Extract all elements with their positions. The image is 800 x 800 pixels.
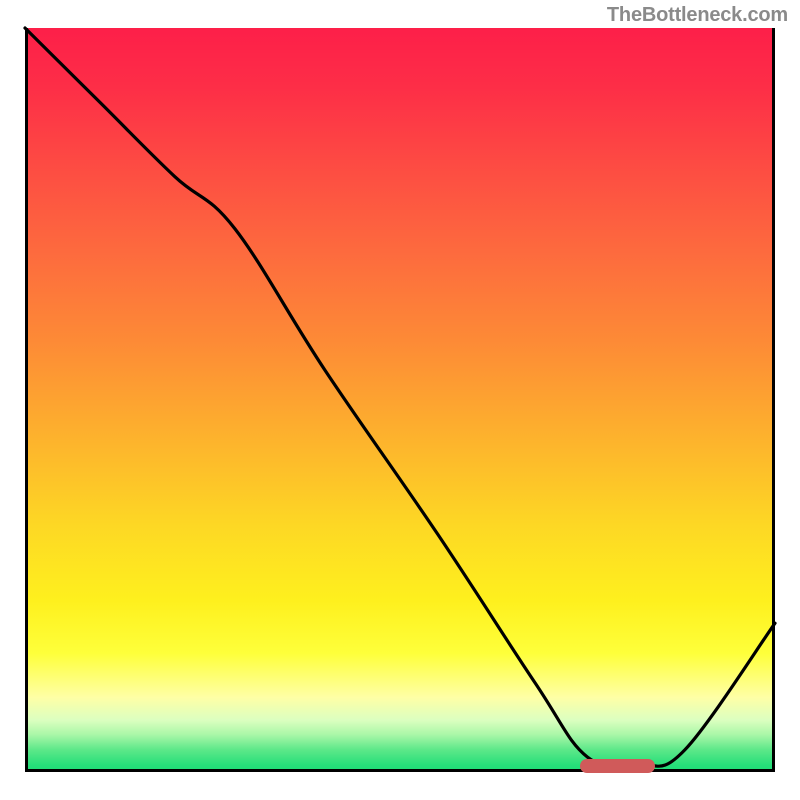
chart-container: TheBottleneck.com (0, 0, 800, 800)
optimal-range-marker (580, 759, 655, 773)
plot-area (25, 28, 775, 772)
attribution-text: TheBottleneck.com (607, 4, 788, 27)
bottleneck-curve (25, 28, 775, 772)
